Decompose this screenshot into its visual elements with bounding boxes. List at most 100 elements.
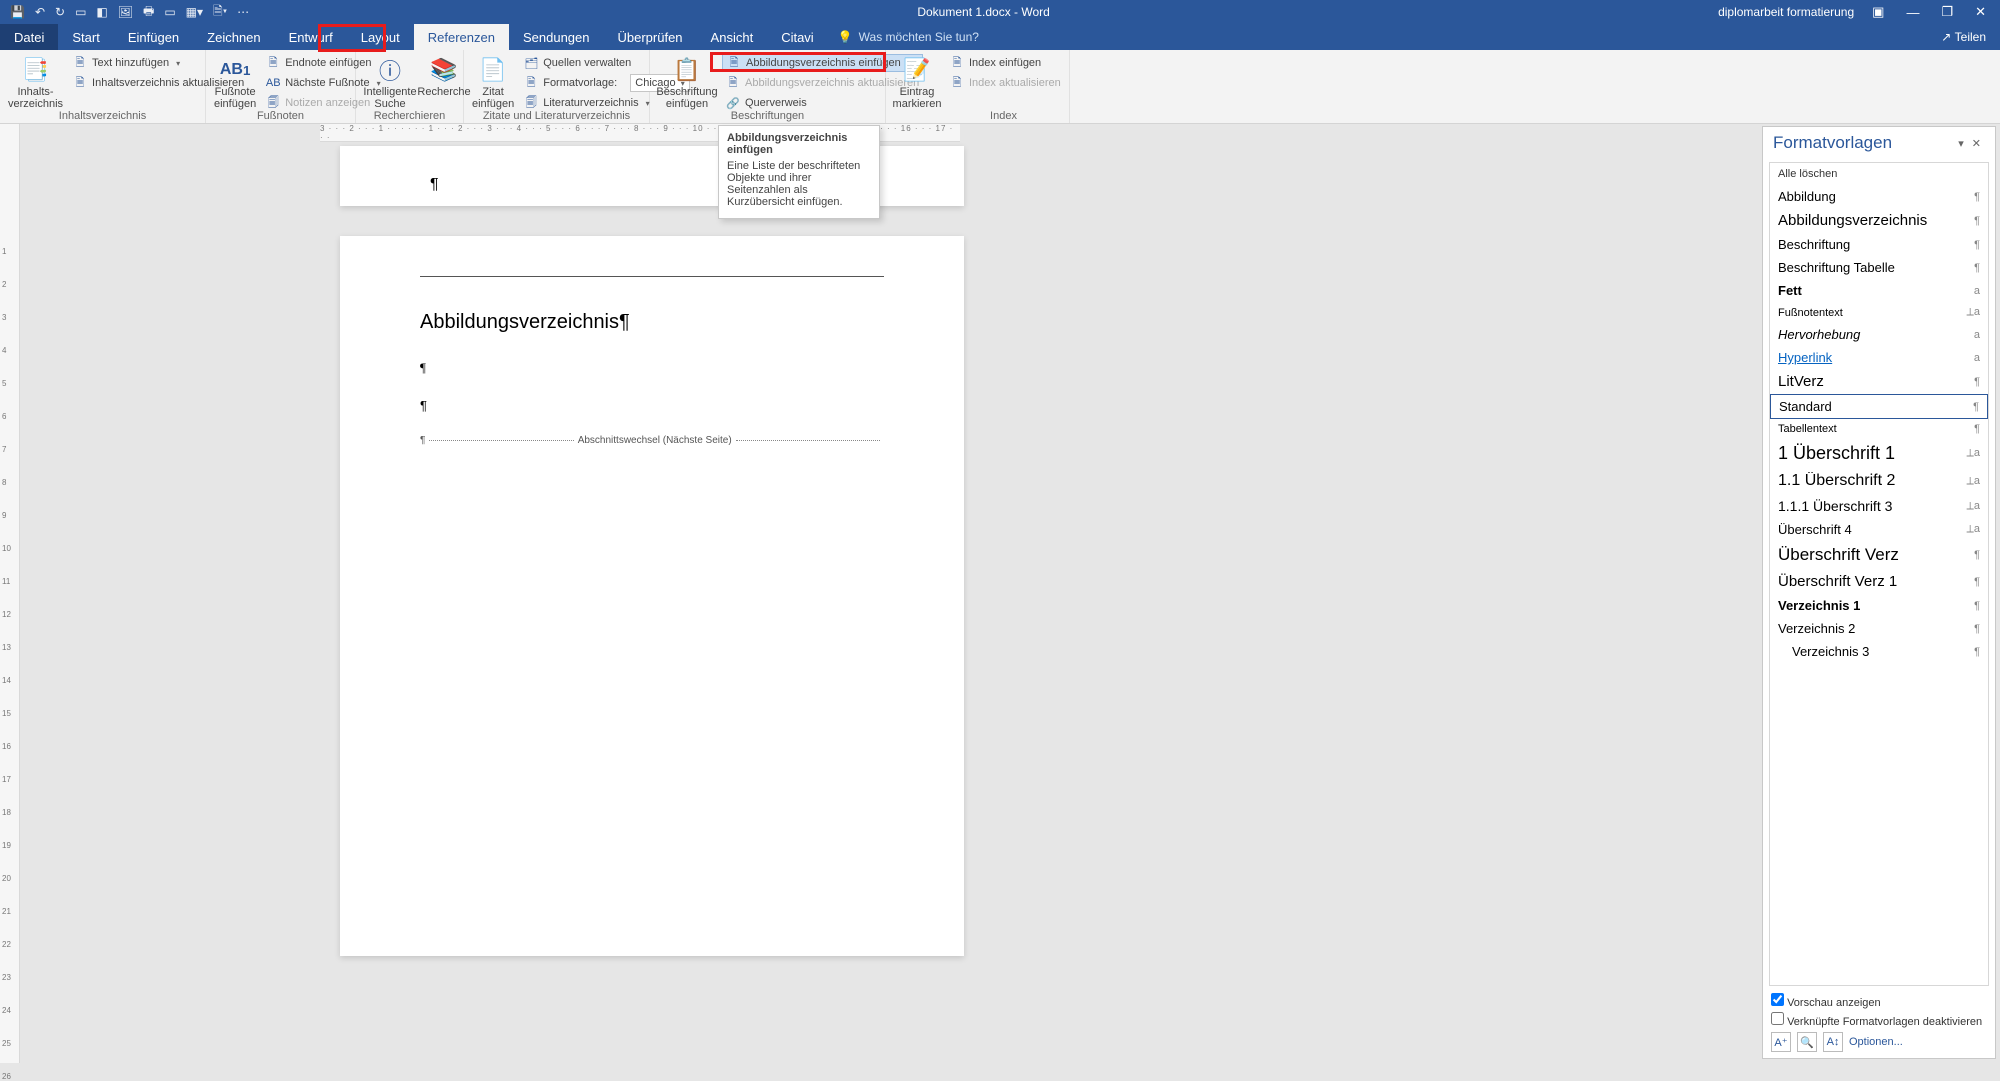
minimize-icon[interactable]: — bbox=[1902, 5, 1923, 20]
style-icon: 🗎 bbox=[524, 76, 538, 90]
footnote-icon: AB1 bbox=[219, 54, 251, 86]
style-item[interactable]: 1.1 Überschrift 2⟂a bbox=[1770, 468, 1988, 494]
redo-icon[interactable]: ↻ bbox=[55, 5, 65, 19]
tab-citavi[interactable]: Citavi bbox=[767, 24, 828, 50]
tab-sendungen[interactable]: Sendungen bbox=[509, 24, 604, 50]
style-item[interactable]: Standard¶ bbox=[1770, 394, 1988, 419]
tab-file[interactable]: Datei bbox=[0, 24, 58, 50]
style-item[interactable]: Fußnotentext⟂a bbox=[1770, 302, 1988, 323]
preview-checkbox[interactable]: Vorschau anzeigen bbox=[1771, 993, 1987, 1009]
tab-zeichnen[interactable]: Zeichnen bbox=[193, 24, 274, 50]
new-style-icon[interactable]: A⁺ bbox=[1771, 1032, 1791, 1052]
insert-caption-button[interactable]: 📋Beschriftungeinfügen bbox=[658, 52, 716, 110]
style-item[interactable]: Überschrift Verz¶ bbox=[1770, 541, 1988, 569]
crossref-icon: 🔗 bbox=[726, 96, 740, 110]
tooltip-body: Eine Liste der beschrifteten Objekte und… bbox=[727, 160, 871, 208]
style-item[interactable]: Abbildungsverzeichnis¶ bbox=[1770, 208, 1988, 233]
account-name[interactable]: diplomarbeit formatierung bbox=[1718, 5, 1854, 19]
share-button[interactable]: ↗ Teilen bbox=[1927, 24, 2000, 50]
style-item[interactable]: Verzeichnis 2¶ bbox=[1770, 617, 1988, 640]
pane-dropdown-icon[interactable]: ▾ bbox=[1954, 137, 1968, 150]
style-item[interactable]: Verzeichnis 1¶ bbox=[1770, 594, 1988, 617]
style-item[interactable]: Fetta bbox=[1770, 279, 1988, 302]
document-area: 3 · · · 2 · · · 1 · · · · · · 1 · · · 2 … bbox=[20, 124, 2000, 1063]
style-item[interactable]: Abbildung¶ bbox=[1770, 185, 1988, 208]
clear-all-button[interactable]: Alle löschen bbox=[1770, 163, 1988, 185]
pane-close-icon[interactable]: ✕ bbox=[1968, 137, 1985, 150]
pilcrow: ¶ bbox=[420, 398, 884, 413]
footnote-button[interactable]: AB1Fußnoteeinfügen bbox=[214, 52, 256, 110]
share-icon: ↗ bbox=[1941, 30, 1951, 44]
style-item[interactable]: Beschriftung¶ bbox=[1770, 233, 1988, 256]
research-button[interactable]: 📚Recherche bbox=[422, 52, 466, 98]
tab-entwurf[interactable]: Entwurf bbox=[275, 24, 347, 50]
ribbon-tabs: Datei StartEinfügenZeichnenEntwurfLayout… bbox=[0, 24, 2000, 50]
index-icon: 🗎 bbox=[950, 56, 964, 70]
caption-icon: 📋 bbox=[671, 54, 703, 86]
section-break-label: Abschnittswechsel (Nächste Seite) bbox=[578, 435, 732, 446]
manage-styles-icon[interactable]: A↕ bbox=[1823, 1032, 1843, 1052]
style-item[interactable]: Beschriftung Tabelle¶ bbox=[1770, 256, 1988, 279]
mark-entry-button[interactable]: 📝Eintragmarkieren bbox=[894, 52, 940, 110]
styles-list[interactable]: Alle löschen Abbildung¶Abbildungsverzeic… bbox=[1769, 162, 1989, 986]
tab-referenzen[interactable]: Referenzen bbox=[414, 24, 509, 50]
notes-icon: 🗐 bbox=[266, 96, 280, 110]
qat-more-icon[interactable]: ⋯ bbox=[237, 5, 249, 19]
tab-einfügen[interactable]: Einfügen bbox=[114, 24, 193, 50]
tab-layout[interactable]: Layout bbox=[347, 24, 414, 50]
doc-heading[interactable]: Abbildungsverzeichnis¶ bbox=[420, 311, 884, 334]
close-icon[interactable]: ✕ bbox=[1971, 4, 1990, 20]
style-label: Formatvorlage: bbox=[543, 77, 617, 89]
mark-entry-label: Eintragmarkieren bbox=[893, 86, 942, 110]
lightbulb-icon: 💡 bbox=[838, 30, 853, 44]
update-index-label: Index aktualisieren bbox=[969, 77, 1061, 89]
qat-icon[interactable]: ▭ bbox=[164, 5, 175, 19]
table-icon[interactable]: ▦▾ bbox=[186, 5, 203, 19]
add-text-label: Text hinzufügen bbox=[92, 57, 169, 69]
tab-überprüfen[interactable]: Überprüfen bbox=[604, 24, 697, 50]
tab-start[interactable]: Start bbox=[58, 24, 113, 50]
style-item[interactable]: 1.1.1 Überschrift 3⟂a bbox=[1770, 494, 1988, 518]
style-item[interactable]: Verzeichnis 3¶ bbox=[1770, 640, 1988, 663]
vertical-ruler: 1234567891011121314151617181920212223242… bbox=[0, 124, 20, 1063]
tell-me-text: Was möchten Sie tun? bbox=[859, 30, 979, 44]
styles-options-link[interactable]: Optionen... bbox=[1849, 1032, 1903, 1052]
style-item[interactable]: Hervorhebunga bbox=[1770, 323, 1988, 346]
refresh-icon: 🗎 bbox=[726, 76, 740, 90]
style-item[interactable]: Überschrift Verz 1¶ bbox=[1770, 569, 1988, 594]
qat-icon[interactable]: ◧ bbox=[96, 5, 107, 19]
qat-icon[interactable]: 🖼 bbox=[118, 5, 133, 19]
share-label: Teilen bbox=[1955, 30, 1986, 44]
refresh-icon: 🗎 bbox=[73, 76, 87, 90]
style-item[interactable]: 1 Überschrift 1⟂a bbox=[1770, 439, 1988, 468]
save-icon[interactable]: 💾 bbox=[10, 5, 25, 19]
style-item[interactable]: LitVerz¶ bbox=[1770, 369, 1988, 394]
bibliography-icon: 🗐 bbox=[524, 96, 538, 110]
undo-icon[interactable]: ↶ bbox=[35, 5, 45, 19]
style-item[interactable]: Überschrift 4⟂a bbox=[1770, 518, 1988, 541]
maximize-icon[interactable]: ❐ bbox=[1937, 4, 1957, 20]
qat-icon[interactable]: ▭ bbox=[75, 5, 86, 19]
insert-citation-button[interactable]: 📄Zitateinfügen bbox=[472, 52, 514, 110]
style-inspector-icon[interactable]: 🔍 bbox=[1797, 1032, 1817, 1052]
style-item[interactable]: Hyperlinka bbox=[1770, 346, 1988, 369]
sources-icon: 🗂 bbox=[524, 56, 538, 70]
insert-caption-label: Beschriftungeinfügen bbox=[656, 86, 717, 110]
pilcrow: ¶ bbox=[420, 360, 884, 376]
ribbon: 📑Inhalts-verzeichnis 🗎Text hinzufügen▾ 🗎… bbox=[0, 50, 2000, 124]
page-current[interactable]: Abbildungsverzeichnis¶ ¶ ¶ ¶Abschnittswe… bbox=[340, 236, 964, 956]
pilcrow: ¶ bbox=[430, 176, 439, 193]
ribbon-options-icon[interactable]: ▣ bbox=[1868, 4, 1888, 20]
smart-lookup-label: IntelligenteSuche bbox=[363, 86, 416, 110]
section-break: ¶Abschnittswechsel (Nächste Seite) bbox=[420, 435, 884, 446]
quick-access-toolbar: 💾 ↶ ↻ ▭ ◧ 🖼 🖶 ▭ ▦▾ 🗎▾ ⋯ bbox=[0, 2, 249, 23]
print-icon[interactable]: 🖶 bbox=[143, 2, 154, 23]
tab-ansicht[interactable]: Ansicht bbox=[697, 24, 768, 50]
insert-index-button[interactable]: 🗎Index einfügen bbox=[946, 54, 1065, 72]
linked-styles-checkbox[interactable]: Verknüpfte Formatvorlagen deaktivieren bbox=[1771, 1012, 1987, 1028]
smart-lookup-button[interactable]: ⓘIntelligenteSuche bbox=[364, 52, 416, 110]
page-icon[interactable]: 🗎▾ bbox=[213, 2, 227, 23]
toc-button[interactable]: 📑Inhalts-verzeichnis bbox=[8, 52, 63, 110]
style-item[interactable]: Tabellentext¶ bbox=[1770, 419, 1988, 439]
tell-me[interactable]: 💡 Was möchten Sie tun? bbox=[838, 24, 979, 50]
